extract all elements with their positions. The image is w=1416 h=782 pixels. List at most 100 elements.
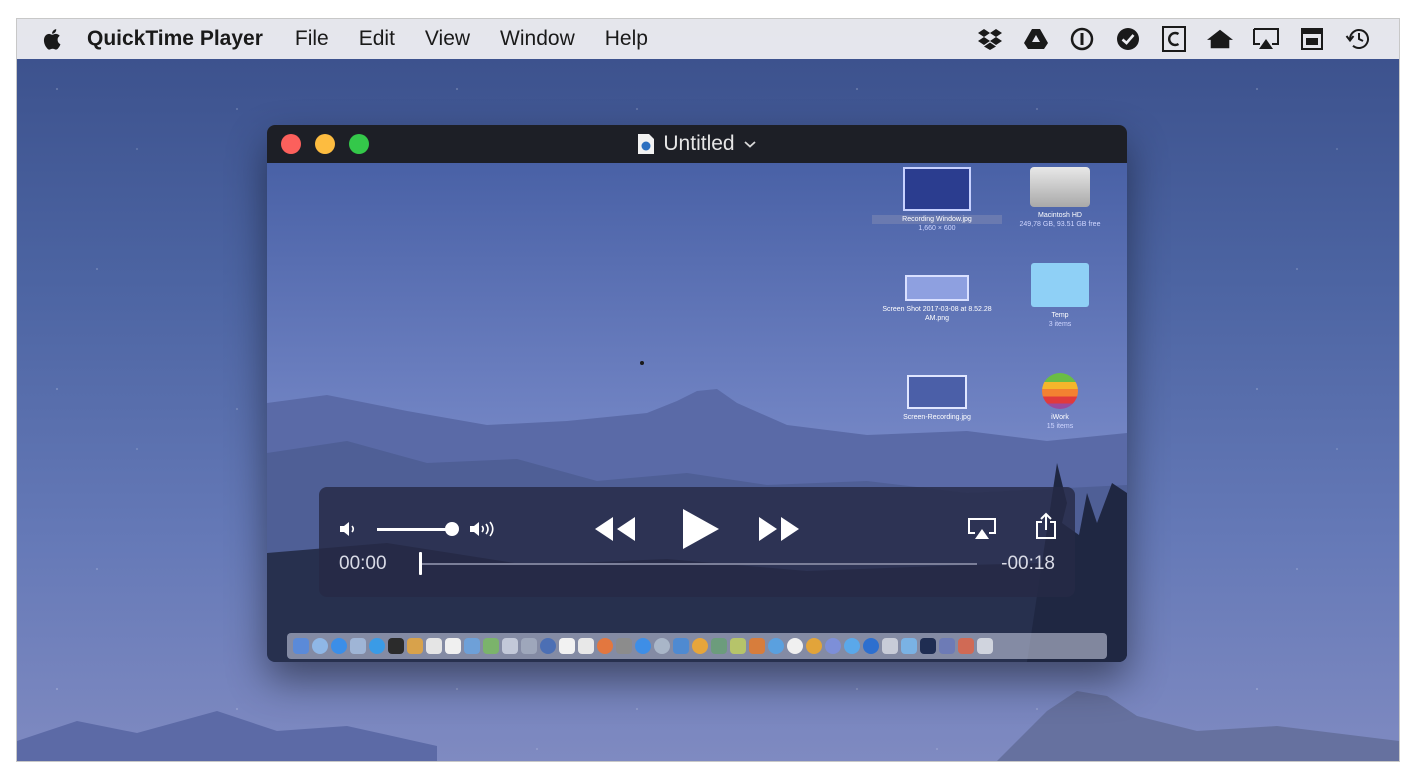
drive-meta-label: 249,78 GB, 93.51 GB free	[1019, 221, 1101, 228]
image-thumbnail	[905, 275, 969, 301]
calendar-icon[interactable]	[1299, 26, 1325, 52]
ibooks-icon	[806, 638, 822, 654]
app-store-icon	[331, 638, 347, 654]
desktop-mountains-background	[17, 691, 1399, 761]
zoom-button[interactable]	[349, 134, 369, 154]
folder-name-label: Temp	[1051, 312, 1069, 319]
safari-icon	[369, 638, 385, 654]
volume-high-icon[interactable]	[469, 519, 503, 539]
skype-icon	[825, 638, 841, 654]
dropbox-app-icon	[863, 638, 879, 654]
1password-icon[interactable]	[1069, 26, 1095, 52]
checkmark-circle-icon[interactable]	[1115, 26, 1141, 52]
dock	[287, 633, 1107, 659]
elapsed-time: 00:00	[339, 553, 387, 574]
finder-icon	[293, 638, 309, 654]
quicktime-document-icon	[638, 134, 655, 154]
checkmark-app-icon	[882, 638, 898, 654]
progress-track[interactable]	[421, 563, 977, 565]
books-icon	[749, 638, 765, 654]
apple-icon	[43, 29, 61, 50]
rewind-button[interactable]	[593, 515, 637, 543]
menu-file[interactable]: File	[295, 27, 329, 51]
notes-icon	[407, 638, 423, 654]
file-name-label: Recording Window.jpg	[872, 215, 1002, 224]
volume-low-icon[interactable]	[339, 520, 359, 538]
desktop-folder-iwork: iWork 15 items	[995, 373, 1125, 431]
menu-view[interactable]: View	[425, 27, 470, 51]
trash-icon	[977, 638, 993, 654]
desktop-file-screenshot: Screen Shot 2017-03-08 at 8.52.28 AM.png	[872, 275, 1002, 323]
desktop-drive-macintosh-hd: Macintosh HD 249,78 GB, 93.51 GB free	[995, 167, 1125, 229]
launchpad-icon	[312, 638, 328, 654]
desktop-file-recording-window: Recording Window.jpg 1,660 × 600	[872, 167, 1002, 233]
folder-icon	[1031, 263, 1089, 307]
share-icon[interactable]	[1035, 512, 1057, 540]
remaining-time: -00:18	[1001, 553, 1055, 574]
file-meta-label: 1,660 × 600	[918, 225, 956, 232]
monitor-icon	[673, 638, 689, 654]
drive-name-label: Macintosh HD	[1038, 212, 1082, 219]
desktop-folder-temp: Temp 3 items	[995, 263, 1125, 329]
dropbox-icon[interactable]	[977, 26, 1003, 52]
documents-folder-icon	[939, 638, 955, 654]
file-name-label: Screen-Recording.jpg	[903, 414, 971, 421]
playhead[interactable]	[419, 552, 422, 575]
google-drive-icon[interactable]	[1023, 26, 1049, 52]
calendar-app-icon	[426, 638, 442, 654]
fast-forward-button[interactable]	[757, 515, 801, 543]
textedit-icon	[445, 638, 461, 654]
play-button[interactable]	[681, 507, 721, 551]
folder-meta-label: 15 items	[1046, 423, 1074, 430]
folder-name-label: iWork	[1051, 414, 1069, 421]
maps-icon	[730, 638, 746, 654]
messages-icon	[844, 638, 860, 654]
clock-icon	[787, 638, 803, 654]
camera-icon	[616, 638, 632, 654]
title-bar	[267, 125, 1127, 163]
close-button[interactable]	[281, 134, 301, 154]
app-name-menu[interactable]: QuickTime Player	[87, 27, 263, 51]
numbers-icon	[711, 638, 727, 654]
desktop-file-screen-recording: Screen-Recording.jpg	[872, 375, 1002, 422]
word-icon	[464, 638, 480, 654]
volume-slider-knob[interactable]	[445, 522, 459, 536]
downloads-folder-icon	[901, 638, 917, 654]
firefox-icon	[597, 638, 613, 654]
preview-icon	[350, 638, 366, 654]
c-box-icon[interactable]	[1161, 26, 1187, 52]
desktop: QuickTime Player File Edit View Window H…	[16, 18, 1400, 762]
chevron-down-icon[interactable]	[743, 139, 757, 149]
excel-icon	[483, 638, 499, 654]
image-thumbnail	[903, 167, 971, 211]
hard-drive-icon	[1030, 167, 1090, 207]
minimize-button[interactable]	[315, 134, 335, 154]
stack-icon	[958, 638, 974, 654]
apple-menu[interactable]	[17, 28, 87, 50]
mail-icon	[635, 638, 651, 654]
folder-meta-label: 3 items	[1048, 321, 1072, 328]
menu-help[interactable]: Help	[605, 27, 648, 51]
iwork-apple-icon	[1042, 373, 1078, 409]
terminal-icon	[388, 638, 404, 654]
photos-icon	[502, 638, 518, 654]
settings-icon	[654, 638, 670, 654]
pages-icon	[559, 638, 575, 654]
desktop-folder-icon	[920, 638, 936, 654]
contacts-icon	[692, 638, 708, 654]
file-name-label: Screen Shot 2017-03-08 at 8.52.28 AM.png	[882, 306, 992, 322]
menu-window[interactable]: Window	[500, 27, 575, 51]
time-machine-icon[interactable]	[1345, 26, 1371, 52]
menu-extras	[977, 26, 1399, 52]
playback-controls: 00:00 -00:18	[319, 487, 1075, 597]
window-controls	[267, 134, 369, 154]
menu-edit[interactable]: Edit	[359, 27, 395, 51]
airplay-icon[interactable]	[1253, 26, 1279, 52]
chrome-icon	[768, 638, 784, 654]
home-icon[interactable]	[1207, 26, 1233, 52]
airplay-icon[interactable]	[967, 517, 997, 541]
quicktime-icon	[540, 638, 556, 654]
image-capture-icon	[521, 638, 537, 654]
menu-bar: QuickTime Player File Edit View Window H…	[17, 19, 1399, 59]
image-thumbnail	[907, 375, 967, 409]
